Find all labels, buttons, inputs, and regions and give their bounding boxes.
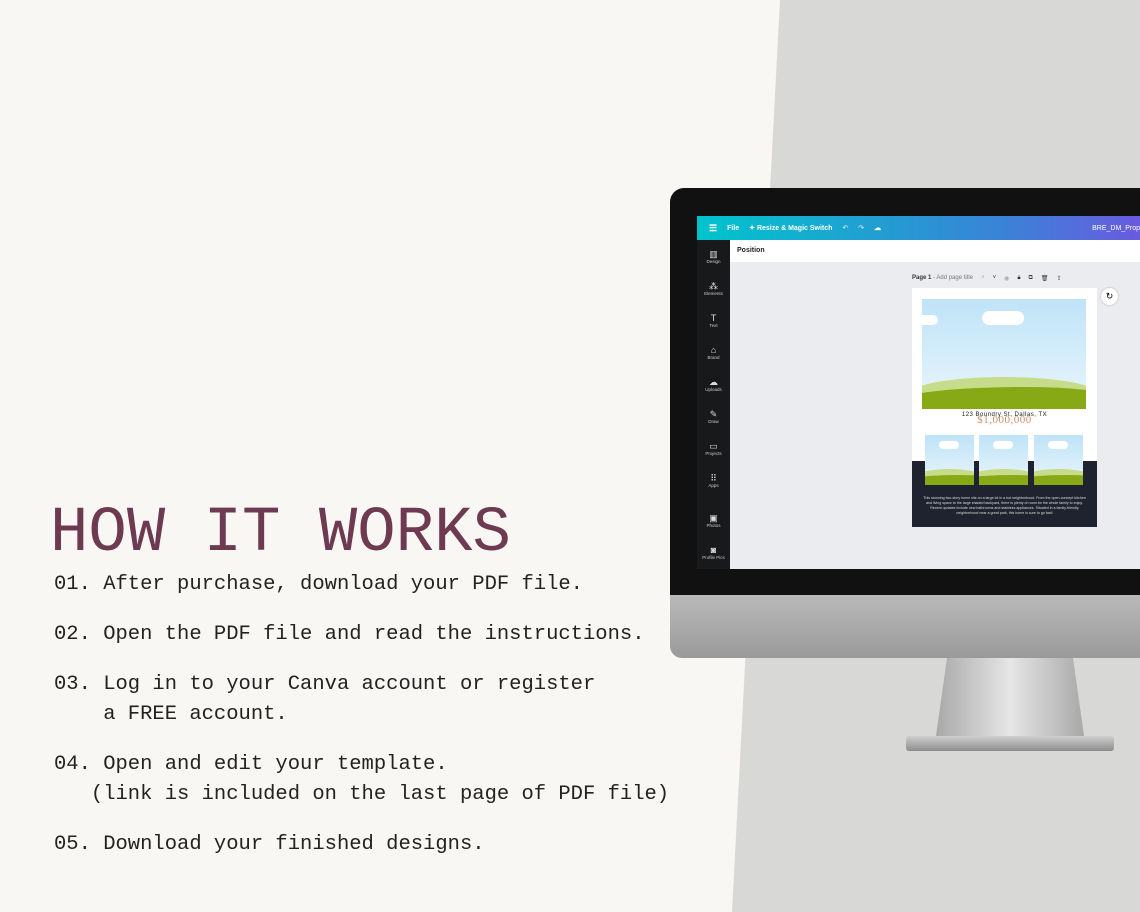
sidebar-item-apps[interactable]: ⠿ Apps	[697, 464, 730, 496]
resize-button[interactable]: ✦ Resize & Magic Switch	[749, 224, 832, 232]
sidebar-item-label: Design	[706, 258, 721, 264]
resize-label: Resize & Magic Switch	[756, 225, 833, 232]
sidebar-item-text[interactable]: T Text	[697, 304, 730, 336]
sidebar-item-label: Text	[709, 322, 718, 328]
monitor-stand	[935, 658, 1085, 743]
sidebar-item-label: Photos	[706, 522, 721, 528]
step-item: 03. Log in to your Canva account or regi…	[54, 673, 596, 726]
canva-topbar: ☰ File ✦ Resize & Magic Switch ↶ ↷ ☁ BRE…	[697, 216, 1140, 240]
file-menu[interactable]: File	[727, 225, 739, 232]
canva-sidebar: ▥ Design ⁂ Elements T Text ⌂ Brand ☁ Uploads ✎ Draw…	[697, 240, 730, 569]
brand-icon: ⌂	[710, 344, 717, 355]
step-item: 01. After purchase, download your PDF fi…	[54, 573, 583, 596]
apps-icon: ⠿	[710, 472, 717, 483]
sidebar-item-label: Brand	[707, 354, 720, 360]
uploads-icon: ☁	[709, 376, 718, 387]
chevron-down-icon[interactable]: ˅	[993, 275, 997, 282]
sidebar-item-label: Draw	[708, 418, 719, 424]
projects-icon: ▭	[709, 440, 718, 451]
draw-icon: ✎	[709, 408, 718, 419]
steps-list: 01. After purchase, download your PDF fi…	[54, 570, 669, 880]
text-icon: T	[710, 312, 717, 323]
canva-screen: ☰ File ✦ Resize & Magic Switch ↶ ↷ ☁ BRE…	[697, 216, 1140, 569]
lock-icon[interactable]: 🔒︎	[1017, 275, 1020, 282]
monitor-base	[906, 736, 1114, 751]
page-header: Page 1 - Add page title ˄ ˅ ◉ 🔒︎ ⧉ 🗑︎ ⇪	[912, 275, 1062, 282]
chevron-up-icon[interactable]: ˄	[981, 275, 985, 282]
sidebar-item-label: Elements	[704, 290, 723, 296]
position-button[interactable]: Position	[730, 240, 1140, 262]
thumbnail-image	[979, 435, 1028, 485]
sidebar-item-projects[interactable]: ▭ Projects	[697, 432, 730, 464]
sidebar-item-label: Apps	[708, 482, 719, 488]
sidebar-item-draw[interactable]: ✎ Draw	[697, 400, 730, 432]
thumbnail-image	[1034, 435, 1083, 485]
step-item: 04. Open and edit your template. (link i…	[54, 753, 670, 806]
undo-icon[interactable]: ↶	[842, 224, 848, 232]
add-page-icon[interactable]: ⇪	[1056, 275, 1061, 282]
design-icon: ▥	[709, 248, 718, 259]
sidebar-item-uploads[interactable]: ☁ Uploads	[697, 368, 730, 400]
eye-icon[interactable]: ◉	[1004, 275, 1009, 282]
sidebar-item-label: Profile Pics	[702, 554, 725, 560]
profile-pics-icon: ◙	[710, 544, 717, 555]
sidebar-item-photos[interactable]: ▣ Photos	[697, 504, 730, 536]
add-page-title[interactable]: - Add page title	[933, 275, 973, 281]
document-title[interactable]: BRE_DM_Prop	[1092, 225, 1140, 232]
duplicate-icon[interactable]: ⧉	[1029, 275, 1033, 282]
sidebar-item-label: Projects	[705, 450, 722, 456]
redo-icon[interactable]: ↷	[858, 224, 864, 232]
step-item: 02. Open the PDF file and read the instr…	[54, 623, 645, 646]
hero-image	[922, 299, 1086, 409]
hamburger-icon[interactable]: ☰	[709, 223, 717, 234]
trash-icon[interactable]: 🗑︎	[1041, 275, 1049, 282]
page-label: Page 1	[912, 275, 932, 281]
page-title: HOW IT WORKS	[50, 498, 511, 570]
elements-icon: ⁂	[709, 280, 718, 291]
sidebar-item-profile-pics[interactable]: ◙ Profile Pics	[697, 536, 730, 568]
thumbnail-image	[925, 435, 974, 485]
monitor-chin	[670, 595, 1140, 658]
photos-icon: ▣	[709, 512, 718, 523]
refresh-icon[interactable]: ↻	[1101, 288, 1118, 305]
step-item: 05. Download your finished designs.	[54, 833, 485, 856]
sidebar-item-design[interactable]: ▥ Design	[697, 240, 730, 272]
price-text[interactable]: $1,000,000	[912, 414, 1097, 426]
sidebar-item-label: Uploads	[705, 386, 722, 392]
sidebar-item-elements[interactable]: ⁂ Elements	[697, 272, 730, 304]
cloud-save-icon[interactable]: ☁	[874, 224, 881, 232]
design-page[interactable]: 123 Boundry St, Dallas, TX $1,000,000 Th…	[912, 288, 1097, 527]
sidebar-item-brand[interactable]: ⌂ Brand	[697, 336, 730, 368]
description-text[interactable]: This stunning two-story home sits on a l…	[922, 496, 1087, 516]
